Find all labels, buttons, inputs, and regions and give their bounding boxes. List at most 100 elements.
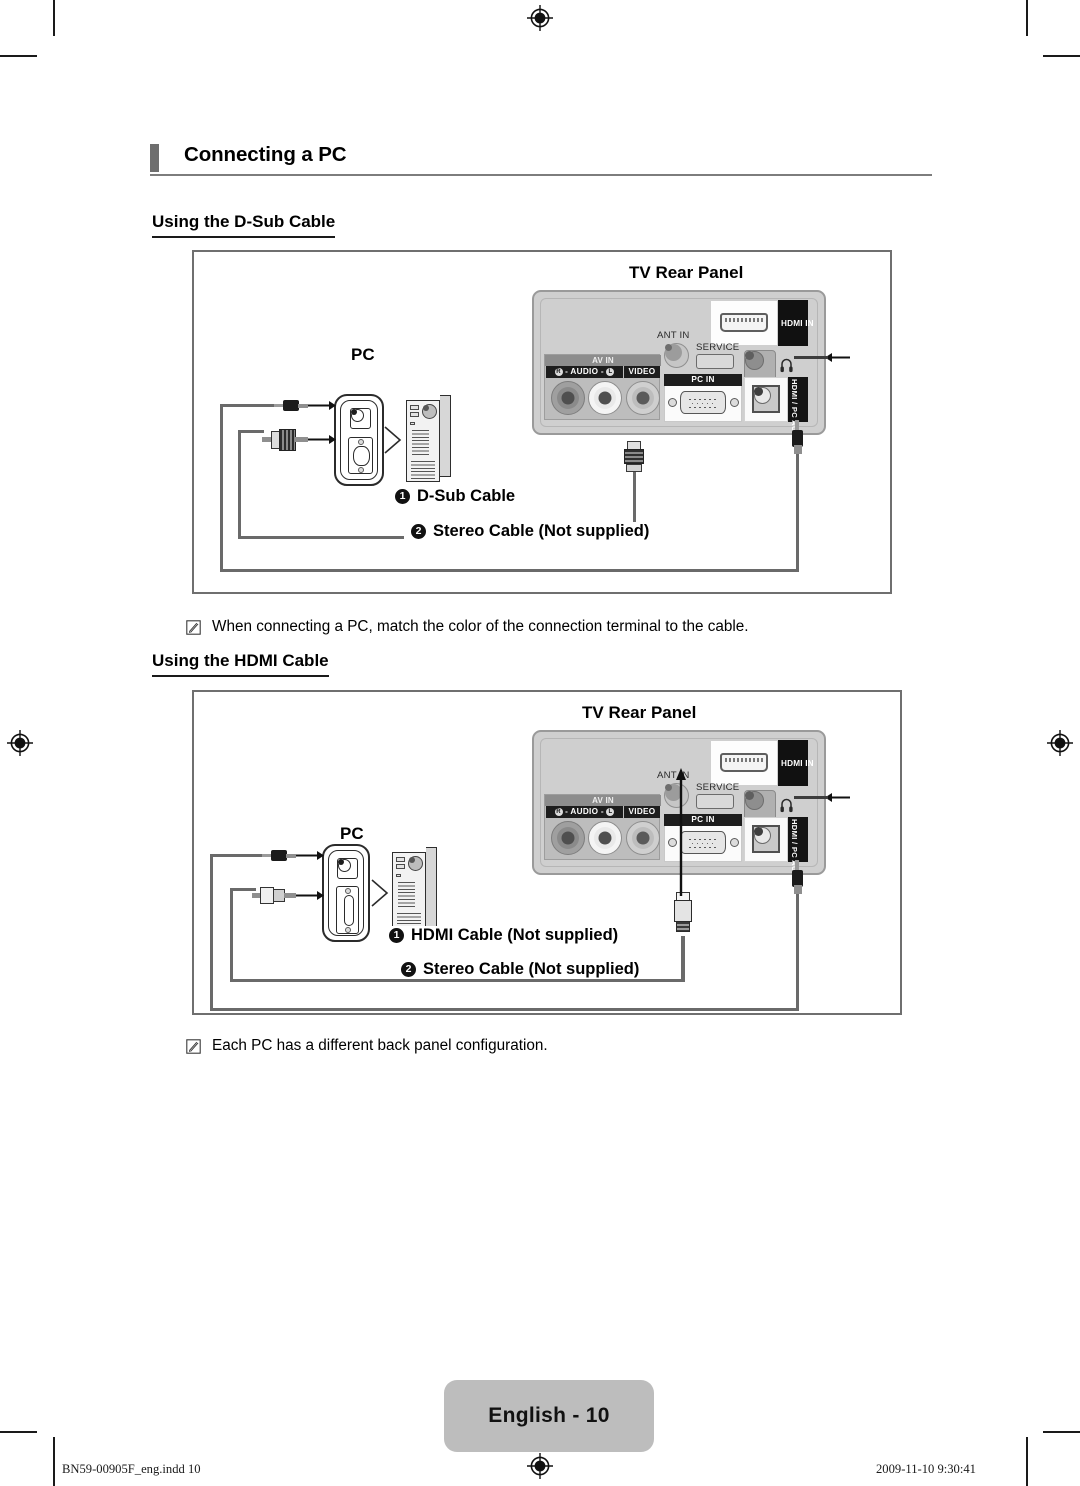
pc-tower-fan-hub-2 xyxy=(409,857,415,863)
pc-in-dsub-pins-2 xyxy=(688,837,718,849)
av-audio-r-jack xyxy=(551,381,585,415)
caption-d-sub-cable: 1 D-Sub Cable xyxy=(388,487,523,506)
page-number-badge: English - 10 xyxy=(444,1380,654,1452)
pc-tower-led-2 xyxy=(396,874,401,877)
av-audio-r-label-2: R xyxy=(554,808,563,816)
hdmi-port-icon xyxy=(720,313,768,332)
pc-tower-fan-hub xyxy=(423,405,429,411)
pc-in-label: PC IN xyxy=(664,374,742,386)
note-text-2: Each PC has a different back panel confi… xyxy=(212,1037,548,1054)
av-audio-r-jack-pin xyxy=(561,391,575,405)
chapter-rule xyxy=(150,174,932,176)
wire-stereo-horizontal-bottom xyxy=(220,569,799,572)
av-audio-label-strip-2: R - AUDIO - L xyxy=(546,806,623,818)
diagram-d-sub-connection: TV Rear Panel PC HDMI IN ANT IN SERVICE xyxy=(192,250,892,594)
hdmi-pc-audio-in-jack xyxy=(752,385,780,413)
service-label: SERVICE xyxy=(696,342,740,353)
hdmi-in-connect-arrow xyxy=(676,768,686,896)
av-audio-r-jack-2 xyxy=(551,821,585,855)
wire-hdmi-vertical-left xyxy=(230,888,233,982)
page-title: Connecting a PC xyxy=(184,143,347,166)
audio-in-jack-hole-2 xyxy=(754,827,763,836)
pc-hdmi-port xyxy=(336,886,359,934)
pc-tower-led xyxy=(410,422,415,425)
section-heading-d-sub: Using the D-Sub Cable xyxy=(152,212,336,238)
headphone-icon-2 xyxy=(780,798,793,813)
hdmi-plug-tv-end xyxy=(672,892,694,940)
pc-tower-fan xyxy=(422,404,437,419)
av-video-jack xyxy=(626,381,660,415)
wire-hdmi-vertical-right xyxy=(681,936,685,982)
pc-dsub-connector-slot xyxy=(353,446,370,466)
av-audio-l-jack-pin xyxy=(598,391,612,405)
hdmi-port-pins xyxy=(725,318,763,322)
pc-dsub-screw-top xyxy=(358,438,364,445)
wire-audio-in-elbow-horizontal xyxy=(794,356,828,359)
av-audio-label-2: - AUDIO - xyxy=(565,807,604,816)
headphone-jack-hole-2 xyxy=(745,791,754,800)
wire-stereo-horizontal-bottom-2 xyxy=(210,1008,799,1011)
footer-timestamp: 2009-11-10 9:30:41 xyxy=(876,1462,976,1476)
pc-audio-jack-hole-2 xyxy=(338,859,344,865)
section-heading-hdmi: Using the HDMI Cable xyxy=(152,651,329,677)
diagram-2-title-tv-rear-panel: TV Rear Panel xyxy=(582,703,697,722)
hdmi-in-block: HDMI IN xyxy=(710,300,814,346)
diagram-2-label-pc: PC xyxy=(340,824,364,843)
av-audio-l-label-2: L xyxy=(606,808,615,816)
diagram-label-pc: PC xyxy=(351,345,375,364)
pc-tower-bottom-vents xyxy=(411,461,435,479)
pc-audio-connect-arrow-2 xyxy=(295,851,324,860)
av-in-label-2: AV IN xyxy=(545,795,661,806)
wire-dsub-vertical-left xyxy=(238,430,241,539)
pc-in-screw-right xyxy=(730,398,739,407)
caption-stereo-cable-2: 2 Stereo Cable (Not supplied) xyxy=(394,960,647,979)
hdmi-in-label: HDMI IN xyxy=(781,319,814,328)
pc-tower-slot-vents xyxy=(412,430,429,456)
pc-tower-side xyxy=(440,395,451,477)
diagram-hdmi-connection: TV Rear Panel PC HDMI IN ANT IN SERVICE xyxy=(192,690,902,1015)
av-video-jack-pin xyxy=(636,391,650,405)
audio-in-jack-hole xyxy=(754,387,763,396)
av-audio-l-label: L xyxy=(606,368,615,376)
pc-tower-slot-vents-2 xyxy=(398,882,415,908)
note-pc-back-panel-config: Each PC has a different back panel confi… xyxy=(186,1037,548,1055)
wire-stereo-vertical-left-2 xyxy=(210,854,213,1011)
stereo-plug-tv-end-2 xyxy=(790,860,805,900)
wire-stereo-vertical-right-2 xyxy=(796,890,799,1010)
tv-rear-panel-graphic: HDMI IN ANT IN SERVICE AV IN R - AUDIO -… xyxy=(532,290,826,457)
hdmi-pc-audio-in-jack-2 xyxy=(752,825,780,853)
caption-bullet-1: 1 xyxy=(395,489,410,504)
pc-tower-2-drive-bay-2 xyxy=(396,864,405,869)
hdmi-port-icon-2 xyxy=(720,753,768,772)
pc-audio-connect-arrow xyxy=(307,401,336,410)
note-match-terminal-color: When connecting a PC, match the color of… xyxy=(186,618,749,636)
pc-dsub-port xyxy=(348,437,373,474)
pc-port-callout-hdmi xyxy=(322,844,370,942)
note-pencil-icon-2 xyxy=(186,1039,201,1054)
pc-tower-2-drive-bay-1 xyxy=(396,857,405,862)
av-audio-label-strip: R - AUDIO - L xyxy=(546,366,623,378)
stereo-plug-tv-end xyxy=(790,420,805,460)
wire-stereo-horizontal-top xyxy=(220,404,274,407)
chapter-heading: Connecting a PC xyxy=(150,143,932,177)
pc-tower-front xyxy=(406,400,440,482)
pc-in-screw-left xyxy=(668,398,677,407)
caption-text-2: Stereo Cable (Not supplied) xyxy=(433,522,650,540)
document-page: Connecting a PC Using the D-Sub Cable TV… xyxy=(0,0,1080,1486)
note-pencil-icon xyxy=(186,620,201,635)
coax-center-pin xyxy=(665,344,672,351)
pc-callout-chevron xyxy=(384,426,402,454)
service-port-icon xyxy=(696,354,734,369)
pc-callout-chevron-2 xyxy=(371,879,389,907)
stereo-plug-pc-end xyxy=(272,400,308,411)
pc-hdmi-screw-bottom xyxy=(345,927,351,933)
av-audio-r-label: R xyxy=(554,368,563,376)
hdmi-in-block-2: HDMI IN xyxy=(710,740,814,786)
pc-audio-jack-port xyxy=(350,408,371,429)
pc-port-callout-dsub xyxy=(334,394,384,486)
av-audio-l-jack-pin-2 xyxy=(598,831,612,845)
pc-dsub-connect-arrow xyxy=(307,435,336,444)
pc-tower-side-2 xyxy=(426,847,437,929)
av-video-jack-2 xyxy=(626,821,660,855)
caption-stereo-cable: 2 Stereo Cable (Not supplied) xyxy=(404,522,657,541)
